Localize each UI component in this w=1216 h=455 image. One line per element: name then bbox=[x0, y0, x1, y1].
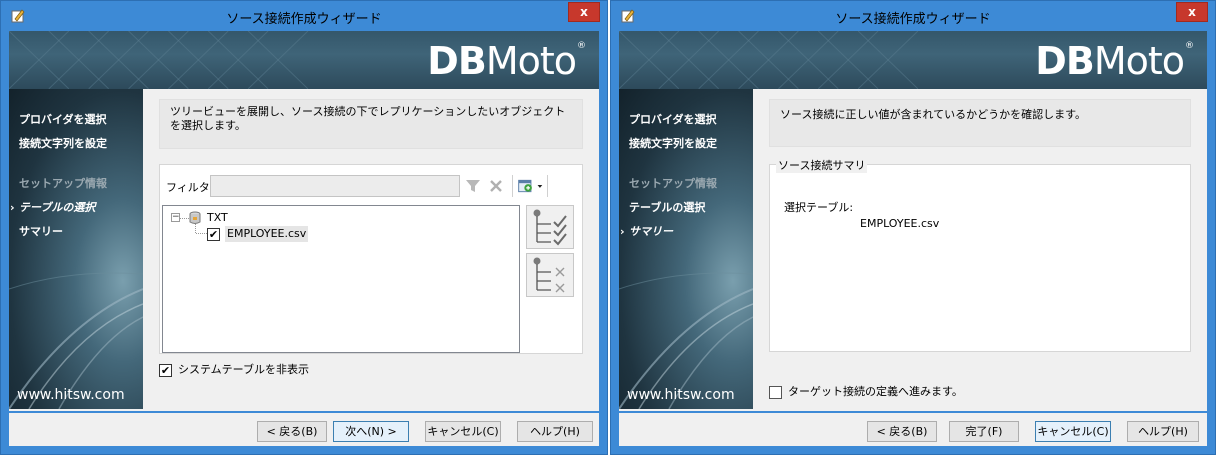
step-summary: サマリー bbox=[19, 225, 63, 238]
step-select-tables: › テーブルの選択 bbox=[10, 201, 96, 214]
collapse-expander-icon[interactable]: − bbox=[171, 213, 180, 222]
summary-group-title: ソース接続サマリ bbox=[776, 157, 868, 173]
selected-tables-label: 選択テーブル: bbox=[784, 201, 854, 214]
filter-label: フィルタ: bbox=[166, 181, 214, 194]
wizard-footer: < 戻る(B) 完了(F) キャンセル(C) ヘルプ(H) bbox=[619, 413, 1207, 446]
wizard-steps-sidebar: プロバイダを選択 接続文字列を設定 セットアップ情報 テーブルの選択 › サマリー… bbox=[619, 89, 753, 409]
proceed-to-target-label: ターゲット接続の定義へ進みます。 bbox=[788, 385, 963, 398]
logo-registered: ® bbox=[1185, 41, 1194, 51]
tree-node-label: EMPLOYEE.csv bbox=[225, 226, 309, 242]
step-summary: › サマリー bbox=[620, 225, 673, 238]
logo-moto: Moto bbox=[485, 39, 577, 83]
add-object-dropdown-icon[interactable] bbox=[512, 175, 548, 197]
filter-input[interactable] bbox=[210, 175, 460, 197]
title-bar[interactable]: ソース接続作成ウィザード x bbox=[611, 1, 1215, 31]
connection-summary-group: ソース接続サマリ 選択テーブル: EMPLOYEE.csv bbox=[769, 157, 1191, 352]
proceed-to-target-checkbox[interactable] bbox=[769, 385, 782, 399]
help-button[interactable]: ヘルプ(H) bbox=[517, 421, 593, 442]
step-setup-info: セットアップ情報 bbox=[629, 177, 717, 190]
step-list: プロバイダを選択 接続文字列を設定 セットアップ情報 テーブルの選択 › サマリー bbox=[620, 113, 717, 249]
uncheck-all-icon bbox=[533, 257, 565, 293]
hide-system-tables-checkbox[interactable]: ✔ bbox=[159, 363, 172, 377]
help-button[interactable]: ヘルプ(H) bbox=[1127, 421, 1199, 442]
wizard-steps-sidebar: プロバイダを選択 接続文字列を設定 セットアップ情報 › テーブルの選択 サマリー… bbox=[9, 89, 143, 409]
page-description: ツリービューを展開し、ソース接続の下でレプリケーションしたいオブジェクトを選択し… bbox=[159, 99, 583, 149]
client-area: DBMoto® プロバイダを選択 接続文字列を設定 セットアップ情報 › テーブル… bbox=[9, 31, 599, 446]
hide-system-tables-option[interactable]: ✔ システムテーブルを非表示 bbox=[159, 363, 309, 379]
header-banner: DBMoto® bbox=[619, 31, 1207, 89]
back-button[interactable]: < 戻る(B) bbox=[257, 421, 327, 442]
back-button[interactable]: < 戻る(B) bbox=[867, 421, 937, 442]
cancel-button[interactable]: キャンセル(C) bbox=[425, 421, 501, 442]
wizard-window-summary: ソース接続作成ウィザード x DBMoto® プロバイダを選択 接続文字列を設定… bbox=[610, 0, 1216, 455]
page-content: ツリービューを展開し、ソース接続の下でレプリケーションしたいオブジェクトを選択し… bbox=[143, 89, 599, 409]
table-selection-panel: フィルタ: − TXT ✔ EMPLOYEE.csv bbox=[159, 164, 583, 354]
uncheck-all-button[interactable] bbox=[526, 253, 574, 297]
wizard-window-table-select: ソース接続作成ウィザード x DBMoto® プロバイダを選択 接続文字列を設定… bbox=[0, 0, 608, 455]
step-list: プロバイダを選択 接続文字列を設定 セットアップ情報 › テーブルの選択 サマリー bbox=[10, 113, 107, 249]
step-select-tables: テーブルの選択 bbox=[629, 201, 706, 214]
window-title: ソース接続作成ウィザード bbox=[835, 12, 991, 27]
filter-funnel-icon[interactable] bbox=[464, 177, 482, 195]
website-url: www.hitsw.com bbox=[627, 387, 735, 403]
step-set-connection-string: 接続文字列を設定 bbox=[629, 137, 717, 150]
step-set-connection-string: 接続文字列を設定 bbox=[19, 137, 107, 150]
wizard-footer: < 戻る(B) 次へ(N) > キャンセル(C) ヘルプ(H) bbox=[9, 413, 599, 446]
step-select-provider: プロバイダを選択 bbox=[19, 113, 107, 126]
logo-db: DB bbox=[427, 39, 487, 83]
proceed-to-target-option[interactable]: ターゲット接続の定義へ進みます。 bbox=[769, 385, 963, 401]
database-icon bbox=[189, 211, 201, 224]
step-setup-info: セットアップ情報 bbox=[19, 177, 107, 190]
logo-registered: ® bbox=[577, 41, 586, 51]
employee-table-checkbox[interactable]: ✔ bbox=[207, 228, 220, 241]
object-tree-view[interactable]: − TXT ✔ EMPLOYEE.csv bbox=[162, 205, 520, 353]
selected-tables-value: EMPLOYEE.csv bbox=[860, 217, 940, 230]
window-title: ソース接続作成ウィザード bbox=[226, 12, 382, 27]
finish-button[interactable]: 完了(F) bbox=[949, 421, 1019, 442]
clear-filter-icon[interactable] bbox=[488, 177, 504, 195]
header-banner: DBMoto® bbox=[9, 31, 599, 89]
step-select-provider: プロバイダを選択 bbox=[629, 113, 717, 126]
check-all-button[interactable] bbox=[526, 205, 574, 249]
logo-db: DB bbox=[1035, 39, 1095, 83]
next-button[interactable]: 次へ(N) > bbox=[333, 421, 409, 442]
check-all-icon bbox=[533, 209, 567, 246]
dbmoto-logo: DBMoto® bbox=[427, 39, 586, 83]
tree-node-label: TXT bbox=[207, 211, 228, 224]
current-step-chevron-icon: › bbox=[620, 225, 625, 238]
close-button[interactable]: x bbox=[1176, 2, 1208, 22]
page-description: ソース接続に正しい値が含まれているかどうかを確認します。 bbox=[769, 99, 1191, 147]
page-content: ソース接続に正しい値が含まれているかどうかを確認します。 ソース接続サマリ 選択… bbox=[753, 89, 1207, 409]
website-url: www.hitsw.com bbox=[17, 387, 125, 403]
hide-system-tables-label: システムテーブルを非表示 bbox=[178, 363, 310, 376]
dbmoto-logo: DBMoto® bbox=[1035, 39, 1194, 83]
client-area: DBMoto® プロバイダを選択 接続文字列を設定 セットアップ情報 テーブルの… bbox=[619, 31, 1207, 446]
current-step-chevron-icon: › bbox=[10, 201, 15, 214]
cancel-button[interactable]: キャンセル(C) bbox=[1035, 421, 1111, 442]
close-button[interactable]: x bbox=[568, 2, 600, 22]
title-bar[interactable]: ソース接続作成ウィザード x bbox=[1, 1, 607, 31]
logo-moto: Moto bbox=[1093, 39, 1185, 83]
